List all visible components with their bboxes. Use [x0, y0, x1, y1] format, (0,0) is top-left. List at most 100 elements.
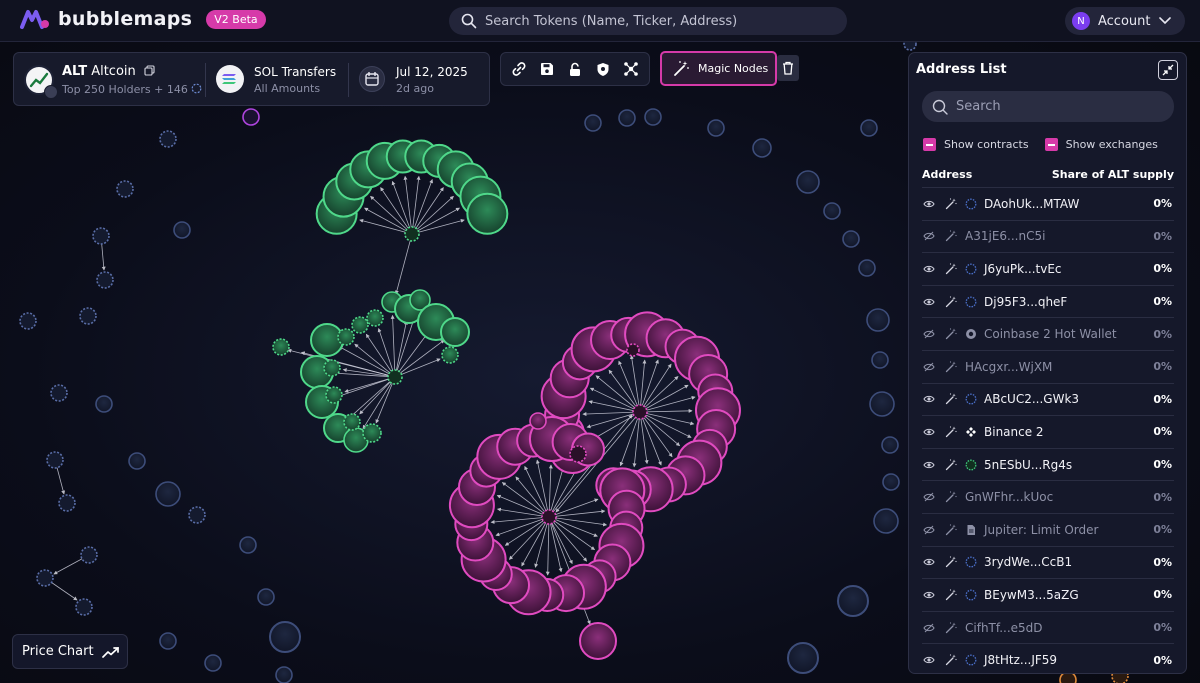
address-name[interactable]: CifhTf...e5dD — [965, 621, 1043, 635]
green-cluster-bubble[interactable] — [351, 316, 369, 334]
eye-off-icon[interactable] — [923, 525, 935, 535]
address-name[interactable]: ABcUC2...GWk3 — [984, 392, 1079, 406]
address-row[interactable]: 5nESbU...Rg4s 0% — [922, 447, 1174, 481]
magenta-hub-bubble[interactable] — [632, 404, 648, 420]
eye-icon[interactable] — [923, 427, 935, 437]
wallet-bubble[interactable] — [173, 221, 191, 239]
address-name[interactable]: J6yuPk...tvEc — [984, 262, 1062, 276]
address-row[interactable]: J8tHtz...JF59 0% — [922, 643, 1174, 673]
wallet-bubble[interactable] — [837, 585, 869, 617]
holders-count[interactable]: Top 250 Holders + 146 — [62, 83, 202, 96]
copy-icon[interactable] — [144, 65, 155, 76]
address-name[interactable]: GnWFhr...kUoc — [965, 490, 1053, 504]
address-name[interactable]: HAcgxr...WjXM — [965, 360, 1052, 374]
contract-bubble[interactable] — [75, 598, 93, 616]
address-name[interactable]: Dj95F3...qheF — [984, 295, 1067, 309]
address-name[interactable]: J8tHtz...JF59 — [984, 653, 1057, 667]
magenta-contract-bubble[interactable] — [626, 343, 640, 357]
magenta-cluster-bubble[interactable] — [579, 622, 617, 660]
wallet-bubble[interactable] — [128, 452, 146, 470]
address-row[interactable]: BEywM3...5aZG 0% — [922, 578, 1174, 611]
address-name[interactable]: Binance 2 — [984, 425, 1044, 439]
selected-bubble[interactable] — [242, 108, 260, 126]
token-title[interactable]: ALT Altcoin — [62, 64, 155, 79]
magic-wand-icon[interactable] — [945, 361, 957, 373]
save-button[interactable] — [536, 58, 558, 80]
wallet-bubble[interactable] — [823, 202, 841, 220]
eye-off-icon[interactable] — [923, 231, 935, 241]
address-row[interactable]: A31jE6...nC5i 0% — [922, 219, 1174, 253]
green-cluster-bubble[interactable] — [325, 386, 343, 404]
contract-bubble[interactable] — [50, 384, 68, 402]
wallet-bubble[interactable] — [707, 119, 725, 137]
contract-bubble[interactable] — [46, 451, 64, 469]
wallet-bubble[interactable] — [858, 259, 876, 277]
eye-icon[interactable] — [923, 394, 935, 404]
address-row[interactable]: ABcUC2...GWk3 0% — [922, 382, 1174, 416]
contract-bubble[interactable] — [19, 312, 37, 330]
address-name[interactable]: DAohUk...MTAW — [984, 197, 1079, 211]
eye-icon[interactable] — [923, 460, 935, 470]
contract-bubble[interactable] — [159, 130, 177, 148]
address-row[interactable]: 3rydWe...CcB1 0% — [922, 545, 1174, 579]
network-button[interactable] — [620, 58, 642, 80]
eye-off-icon[interactable] — [923, 623, 935, 633]
magic-wand-icon[interactable] — [945, 524, 957, 536]
eye-icon[interactable] — [923, 297, 935, 307]
contract-bubble[interactable] — [58, 494, 76, 512]
wallet-bubble[interactable] — [842, 230, 860, 248]
address-name[interactable]: 3rydWe...CcB1 — [984, 555, 1072, 569]
magic-nodes-button[interactable]: Magic Nodes — [660, 51, 777, 86]
address-name[interactable]: BEywM3...5aZG — [984, 588, 1079, 602]
green-cluster-bubble[interactable] — [466, 192, 509, 235]
wallet-bubble[interactable] — [95, 395, 113, 413]
contract-bubble[interactable] — [116, 180, 134, 198]
shield-button[interactable] — [592, 58, 614, 80]
logo[interactable]: bubblemaps V2 Beta — [20, 8, 266, 30]
eye-icon[interactable] — [923, 264, 935, 274]
address-row[interactable]: HAcgxr...WjXM 0% — [922, 349, 1174, 383]
wallet-bubble[interactable] — [275, 666, 293, 683]
wallet-bubble[interactable] — [866, 308, 890, 332]
magic-wand-icon[interactable] — [945, 295, 957, 308]
address-row[interactable]: J6yuPk...tvEc 0% — [922, 252, 1174, 285]
magic-wand-icon[interactable] — [945, 263, 957, 275]
magic-wand-icon[interactable] — [945, 198, 957, 210]
wallet-bubble[interactable] — [204, 654, 222, 672]
magic-wand-icon[interactable] — [945, 426, 957, 438]
wallet-bubble[interactable] — [239, 536, 257, 554]
lock-button[interactable] — [564, 58, 586, 80]
wallet-bubble[interactable] — [257, 588, 275, 606]
eye-off-icon[interactable] — [923, 329, 935, 339]
contract-bubble[interactable] — [903, 42, 917, 51]
eye-icon[interactable] — [923, 590, 935, 600]
collapse-panel-button[interactable] — [1158, 60, 1178, 80]
address-name[interactable]: 5nESbU...Rg4s — [984, 458, 1072, 472]
green-hub-bubble[interactable] — [387, 369, 403, 385]
eye-icon[interactable] — [923, 655, 935, 665]
address-row[interactable]: Jupiter: Limit Order 0% — [922, 512, 1174, 546]
wallet-bubble[interactable] — [644, 108, 662, 126]
magenta-cluster-bubble[interactable] — [529, 412, 547, 430]
magic-wand-icon[interactable] — [945, 621, 957, 634]
magic-wand-icon[interactable] — [945, 589, 957, 601]
eye-icon[interactable] — [923, 199, 935, 209]
wallet-bubble[interactable] — [869, 391, 895, 417]
price-chart-button[interactable]: Price Chart — [12, 634, 128, 669]
column-share[interactable]: Share of ALT supply — [1052, 168, 1174, 181]
show-contracts-checkbox[interactable]: Show contracts — [923, 138, 1029, 151]
sol-transfers-icon[interactable] — [216, 65, 244, 93]
account-button[interactable]: N Account — [1065, 7, 1185, 35]
address-name[interactable]: A31jE6...nC5i — [965, 229, 1045, 243]
magic-wand-icon[interactable] — [945, 556, 957, 568]
link-button[interactable] — [508, 58, 530, 80]
green-cluster-bubble[interactable] — [440, 317, 470, 347]
wallet-bubble[interactable] — [584, 114, 602, 132]
contract-bubble[interactable] — [96, 271, 114, 289]
wallet-bubble[interactable] — [882, 473, 900, 491]
contract-bubble[interactable] — [92, 227, 110, 245]
contract-bubble[interactable] — [188, 506, 206, 524]
contract-bubble[interactable] — [79, 307, 97, 325]
green-cluster-bubble[interactable] — [362, 423, 382, 443]
wallet-bubble[interactable] — [155, 481, 181, 507]
